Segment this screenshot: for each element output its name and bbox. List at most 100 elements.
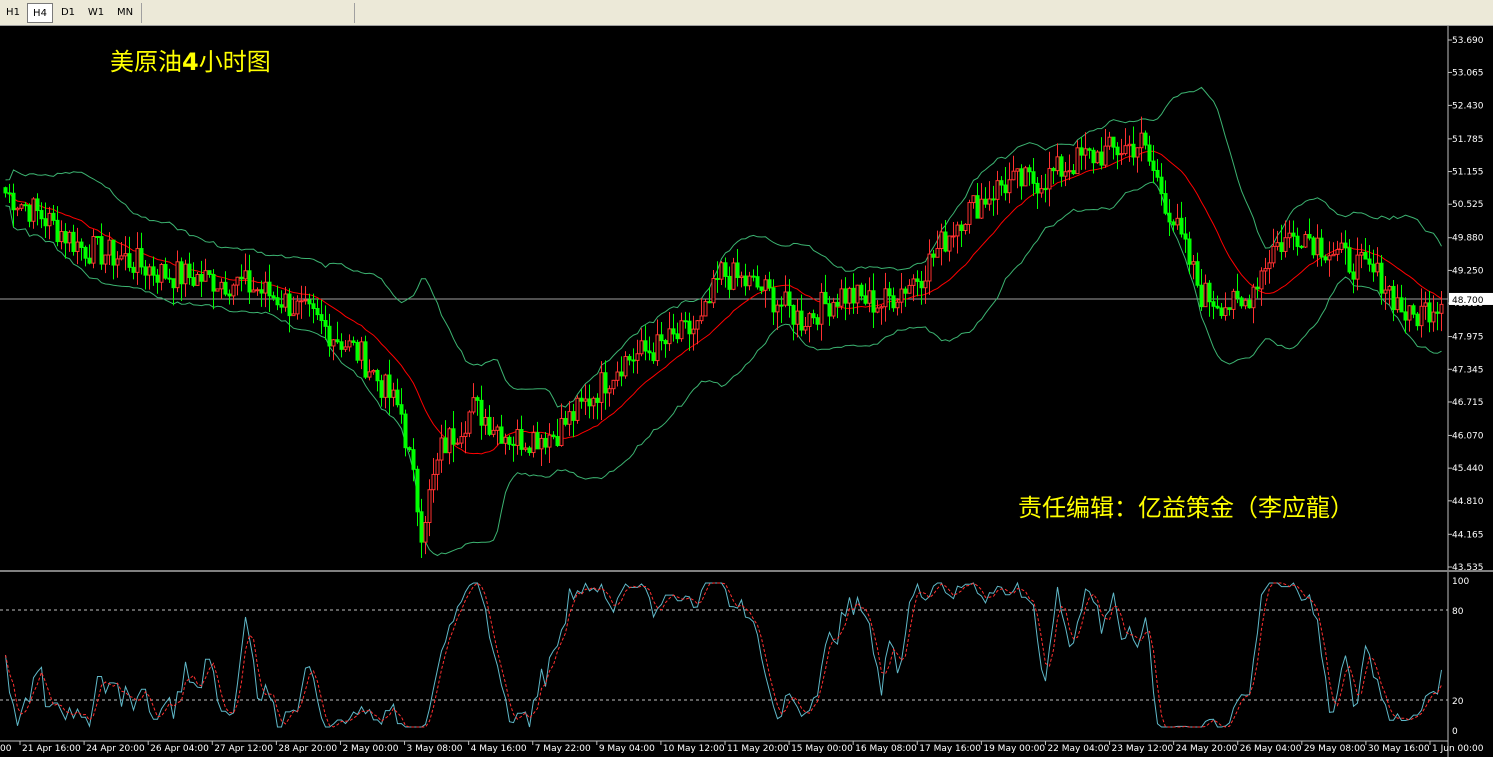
candle-body bbox=[47, 212, 52, 227]
candle-body bbox=[515, 429, 520, 446]
candle-body bbox=[1179, 217, 1184, 235]
candle-body bbox=[835, 301, 840, 307]
time-tick-label: 29 May 08:00 bbox=[1304, 744, 1366, 754]
candle-body bbox=[531, 432, 536, 454]
candle-body bbox=[371, 369, 376, 373]
candle-body bbox=[903, 288, 908, 294]
price-tick-label: 53.065 bbox=[1452, 68, 1484, 78]
time-tick-label: 26 May 04:00 bbox=[1240, 744, 1302, 754]
candle-body bbox=[107, 239, 112, 256]
time-tick-label: 17 May 16:00 bbox=[919, 744, 981, 754]
time-tick-label: 7 May 22:00 bbox=[535, 744, 591, 754]
candle-body bbox=[363, 341, 368, 378]
chart-title: 美原油4小时图 bbox=[110, 48, 271, 76]
candle-body bbox=[1207, 282, 1212, 303]
timeframe-h1-button[interactable]: H1 bbox=[2, 3, 24, 23]
candle-body bbox=[151, 266, 156, 276]
candle-body bbox=[995, 180, 1000, 200]
candle-body bbox=[159, 264, 164, 283]
candle-body bbox=[735, 262, 740, 279]
candle-body bbox=[11, 192, 16, 211]
candle-body bbox=[927, 253, 932, 282]
candle-body bbox=[271, 295, 276, 299]
candle-body bbox=[423, 521, 428, 543]
candle-body bbox=[463, 432, 468, 438]
candle-body bbox=[183, 263, 188, 285]
candle-body bbox=[1091, 149, 1096, 164]
candle-body bbox=[1231, 290, 1236, 310]
time-tick-label: 1 Jun 00:00 bbox=[1432, 744, 1484, 754]
candle-body bbox=[443, 437, 448, 454]
candle-body bbox=[1211, 301, 1216, 307]
time-tick-label: 23 May 12:00 bbox=[1112, 744, 1174, 754]
candle-body bbox=[807, 313, 812, 327]
candle-body bbox=[427, 489, 432, 523]
price-tick-label: 50.525 bbox=[1452, 200, 1484, 210]
price-tick-label: 49.880 bbox=[1452, 234, 1484, 244]
candle-body bbox=[1119, 153, 1124, 156]
candle-body bbox=[1283, 237, 1288, 252]
candle-body bbox=[679, 320, 684, 340]
candle-body bbox=[771, 287, 776, 313]
candle-body bbox=[1315, 237, 1320, 256]
current-price-label: 48.700 bbox=[1452, 296, 1484, 306]
candle-body bbox=[1411, 305, 1416, 315]
candle-body bbox=[227, 293, 232, 297]
candle-body bbox=[447, 428, 452, 454]
candle-body bbox=[971, 195, 976, 204]
candle-body bbox=[1439, 303, 1444, 314]
candle-body bbox=[827, 303, 832, 317]
candle-body bbox=[1215, 305, 1220, 309]
candle-body bbox=[1227, 307, 1232, 310]
candle-body bbox=[739, 275, 744, 279]
candle-body bbox=[767, 279, 772, 289]
candle-body bbox=[143, 266, 148, 276]
price-tick-label: 46.070 bbox=[1452, 431, 1484, 441]
candle-body bbox=[895, 301, 900, 309]
candle-body bbox=[1167, 212, 1172, 223]
timeframe-w1-button[interactable]: W1 bbox=[83, 3, 109, 23]
candle-body bbox=[67, 231, 72, 244]
candle-body bbox=[1075, 147, 1080, 175]
candle-body bbox=[611, 379, 616, 390]
candle-body bbox=[7, 192, 12, 195]
candle-body bbox=[647, 350, 652, 354]
time-tick-label: 24 May 20:00 bbox=[1176, 744, 1238, 754]
candle-body bbox=[659, 334, 664, 342]
candle-body bbox=[1271, 245, 1276, 264]
price-tick-label: 49.250 bbox=[1452, 266, 1484, 276]
pane-divider[interactable] bbox=[0, 570, 1493, 572]
timeframe-mn-button[interactable]: MN bbox=[112, 3, 138, 23]
candle-body bbox=[843, 288, 848, 304]
candle-body bbox=[119, 255, 124, 260]
candle-body bbox=[43, 218, 48, 227]
candle-body bbox=[663, 340, 668, 345]
candle-body bbox=[1347, 247, 1352, 273]
price-tick-label: 44.810 bbox=[1452, 497, 1484, 507]
time-tick-label: 22 May 04:00 bbox=[1047, 744, 1109, 754]
time-tick-label: 3 May 08:00 bbox=[407, 744, 463, 754]
candle-body bbox=[1395, 297, 1400, 311]
candle-body bbox=[519, 429, 524, 450]
candle-body bbox=[547, 434, 552, 448]
candle-body bbox=[375, 369, 380, 382]
candle-body bbox=[1247, 299, 1252, 309]
candle-body bbox=[591, 397, 596, 407]
toolbar-divider bbox=[354, 3, 355, 23]
price-chart[interactable]: 53.690 53.065 52.430 51.785 51.155 50.525 49.8… bbox=[0, 26, 1493, 757]
candle-body bbox=[1131, 143, 1136, 158]
candle-body bbox=[975, 195, 980, 219]
candle-body bbox=[283, 293, 288, 308]
candle-body bbox=[963, 223, 968, 232]
price-tick-label: 44.165 bbox=[1452, 530, 1484, 540]
candle-body bbox=[39, 210, 44, 220]
time-tick-label: 19 May 00:00 bbox=[983, 744, 1045, 754]
candle-body bbox=[1087, 148, 1092, 151]
candle-body bbox=[19, 204, 24, 209]
candle-body bbox=[891, 295, 896, 309]
candle-body bbox=[599, 372, 604, 403]
timeframe-h4-button[interactable]: H4 bbox=[27, 3, 53, 23]
candle-body bbox=[879, 306, 884, 309]
timeframe-d1-button[interactable]: D1 bbox=[56, 3, 80, 23]
candle-body bbox=[75, 241, 80, 252]
